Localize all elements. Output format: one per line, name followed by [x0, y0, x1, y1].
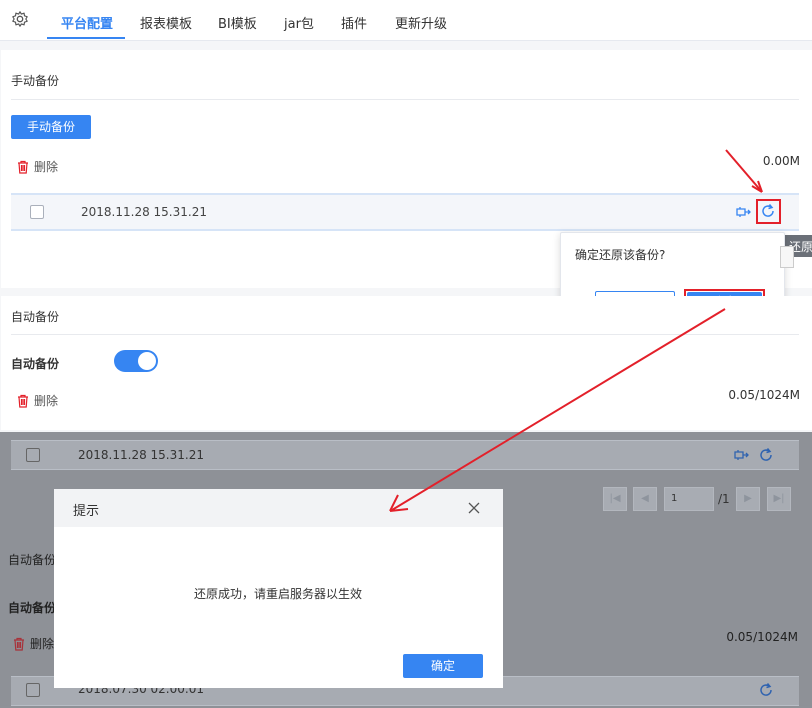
gear-icon[interactable]	[11, 10, 29, 28]
row-date: 2018.11.28 15.31.21	[78, 448, 204, 462]
row-checkbox[interactable]	[30, 205, 44, 219]
bg-auto-title: 自动备份	[8, 553, 57, 567]
tab-update[interactable]: 更新升级	[395, 13, 447, 32]
manual-backup-button[interactable]: 手动备份	[11, 115, 91, 139]
download-icon[interactable]	[736, 204, 752, 220]
annotation-arrow	[389, 308, 726, 512]
row-checkbox	[26, 448, 40, 462]
trash-icon	[14, 637, 24, 651]
dialog-ok-button[interactable]: 确定	[403, 654, 483, 678]
row-checkbox	[26, 683, 40, 697]
manual-size: 0.00M	[762, 154, 800, 168]
auto-backup-toggle[interactable]	[114, 350, 158, 372]
tab-platform-config[interactable]: 平台配置	[61, 13, 113, 32]
delete-label: 删除	[34, 394, 59, 408]
auto-backup-toggle-label: 自动备份	[11, 357, 60, 371]
dialog-message: 还原成功，请重启服务器以生效	[194, 587, 363, 601]
annotation-arrow	[725, 149, 763, 193]
top-nav-bar: 平台配置 报表模板 BI模板 jar包 插件 更新升级	[0, 0, 812, 41]
auto-delete-button[interactable]: 删除	[16, 392, 58, 409]
bg-auto-toggle-label: 自动备份	[8, 601, 57, 615]
tab-bi-template[interactable]: BI模板	[218, 13, 257, 32]
bg-auto-size: 0.05/1024M	[726, 630, 798, 644]
manual-delete-button[interactable]: 删除	[16, 158, 58, 175]
delete-label: 删除	[34, 160, 59, 174]
download-icon	[734, 450, 749, 460]
restore-icon	[760, 448, 772, 461]
trash-icon	[18, 394, 28, 408]
popover-edge	[780, 246, 794, 268]
restore-icon[interactable]	[760, 203, 776, 219]
delete-label: 删除	[30, 637, 55, 651]
tab-jar[interactable]: jar包	[284, 13, 314, 32]
row-date: 2018.11.28 15.31.21	[81, 205, 207, 219]
tab-plugins[interactable]: 插件	[341, 13, 367, 32]
restore-icon	[760, 683, 772, 696]
auto-size: 0.05/1024M	[728, 388, 800, 402]
auto-backup-title: 自动备份	[11, 310, 60, 324]
dialog-title: 提示	[73, 504, 100, 519]
next-page-icon: ▶	[736, 487, 760, 511]
last-page-icon: ▶|	[767, 487, 791, 511]
trash-icon	[18, 160, 28, 174]
bg-delete: 删除	[12, 635, 54, 652]
tab-report-template[interactable]: 报表模板	[140, 13, 192, 32]
confirm-text: 确定还原该备份?	[575, 248, 666, 262]
active-tab-indicator	[47, 37, 125, 39]
divider	[11, 99, 799, 100]
manual-backup-title: 手动备份	[11, 74, 60, 88]
toggle-knob	[138, 352, 156, 370]
